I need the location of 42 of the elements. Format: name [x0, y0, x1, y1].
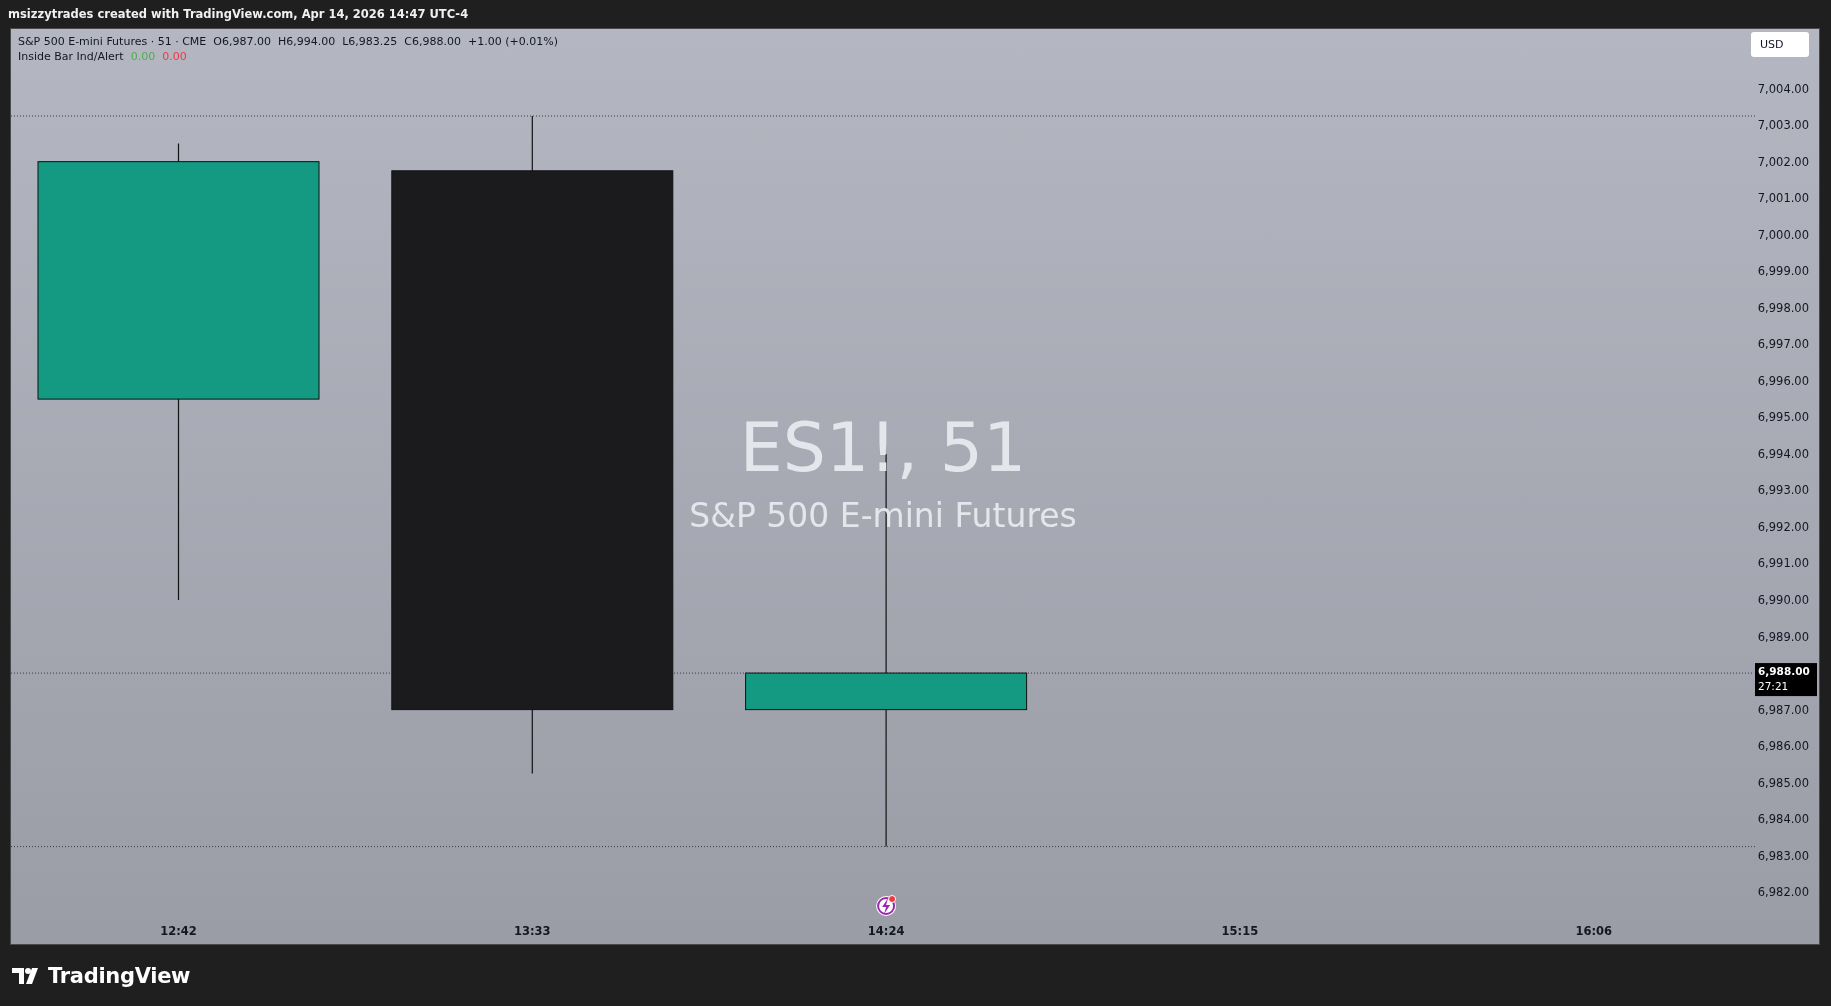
price-label: 7,002.00 — [1757, 154, 1809, 169]
price-label: 6,982.00 — [1757, 885, 1809, 900]
price-label: 6,998.00 — [1757, 300, 1809, 315]
attribution-text: msizzytrades created with TradingView.com, Apr 14, 2026 14:47 UTC-4 — [8, 7, 469, 21]
last-price-label: 6,988.00 27:21 — [1755, 663, 1817, 697]
indicator-value: 0.00 — [162, 50, 187, 63]
time-label: 13:33 — [514, 924, 551, 938]
price-label: 6,983.00 — [1757, 848, 1809, 863]
indicator-name: Inside Bar Ind/Alert — [18, 50, 124, 63]
time-label: 16:06 — [1575, 924, 1612, 938]
price-label: 6,989.00 — [1757, 629, 1809, 644]
indicator-value: 0.00 — [130, 50, 156, 63]
brand-text: TradingView — [48, 963, 191, 988]
price-label: 7,003.00 — [1757, 118, 1809, 133]
price-label: 6,995.00 — [1757, 410, 1809, 425]
watermark-symbol: ES1!, 51 — [739, 408, 1027, 487]
change-value: +1.00 (+0.01%) — [468, 35, 558, 48]
price-label: 6,993.00 — [1757, 483, 1809, 498]
price-label: 6,992.00 — [1757, 519, 1809, 534]
low-value: L6,983.25 — [342, 35, 398, 48]
open-value: O6,987.00 — [213, 35, 271, 48]
symbol-text: S&P 500 E-mini Futures · 51 · CME — [18, 35, 207, 48]
price-label: 6,985.00 — [1757, 775, 1809, 790]
currency-button[interactable]: USD — [1751, 32, 1809, 57]
time-label: 14:24 — [867, 924, 905, 938]
price-label: 7,004.00 — [1757, 81, 1809, 96]
time-label: 12:42 — [160, 924, 197, 938]
price-label: 6,990.00 — [1757, 593, 1809, 607]
price-label: 6,996.00 — [1757, 373, 1809, 388]
price-label: 7,001.00 — [1757, 191, 1809, 206]
price-label: 6,999.00 — [1757, 264, 1809, 279]
high-value: H6,994.00 — [277, 35, 336, 48]
price-label: 6,987.00 — [1757, 702, 1809, 717]
price-label: 6,994.00 — [1757, 446, 1809, 461]
close-value: C6,988.00 — [404, 35, 461, 48]
price-label: 6,991.00 — [1757, 556, 1809, 571]
price-label: 6,984.00 — [1757, 812, 1809, 827]
price-label: 6,986.00 — [1757, 739, 1809, 754]
price-label: 6,997.00 — [1757, 337, 1809, 352]
alert-icon[interactable] — [876, 895, 897, 916]
price-label: 7,000.00 — [1757, 227, 1809, 242]
time-label: 15:15 — [1221, 924, 1259, 938]
